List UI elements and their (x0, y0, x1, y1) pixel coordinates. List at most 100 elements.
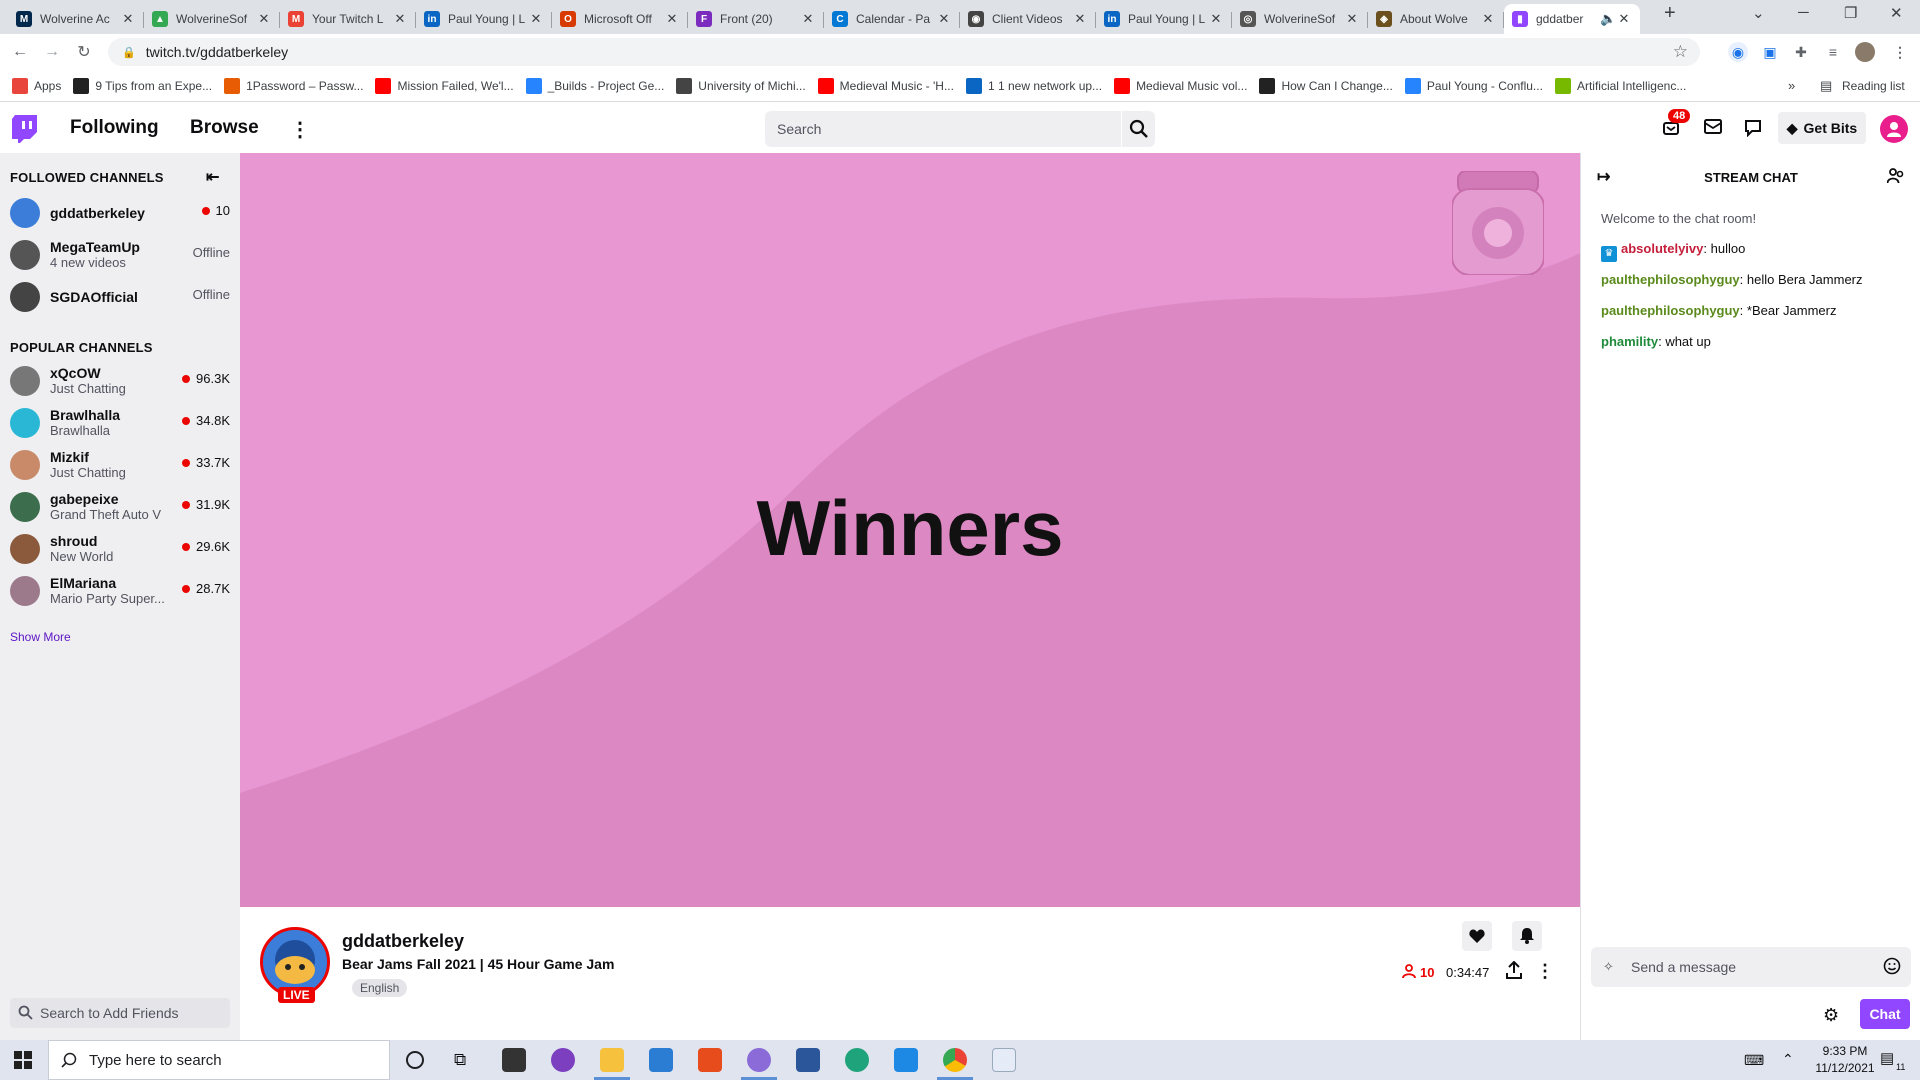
forward-icon[interactable]: → (38, 38, 66, 66)
get-bits-button[interactable]: ◆ Get Bits (1778, 112, 1866, 144)
sidebar-channel[interactable]: shroud New World 29.6K (0, 529, 240, 571)
bookmark-item[interactable]: 1Password – Passw... (224, 77, 363, 94)
sidebar-channel[interactable]: xQcOW Just Chatting 96.3K (0, 361, 240, 403)
windows-start-icon[interactable] (14, 1051, 32, 1069)
friend-search-input[interactable]: Search to Add Friends (10, 998, 230, 1028)
video-player[interactable]: Winners (240, 153, 1580, 907)
clock-date[interactable]: 11/12/2021 (1800, 1061, 1890, 1075)
inbox-icon[interactable] (1704, 119, 1722, 135)
channel-name[interactable]: gddatberkeley (342, 931, 464, 952)
tab-close-icon[interactable]: ✕ (392, 11, 408, 27)
store-app-icon[interactable] (502, 1048, 526, 1072)
tab-close-icon[interactable]: ✕ (800, 11, 816, 27)
mail-app-icon[interactable] (649, 1048, 673, 1072)
bits-cheer-icon[interactable]: ✧ (1603, 959, 1614, 975)
tab-close-icon[interactable]: ✕ (1616, 11, 1632, 27)
community-icon[interactable] (1887, 167, 1905, 185)
keyboard-icon[interactable]: ⌨ (1744, 1052, 1764, 1069)
sidebar-channel[interactable]: MegaTeamUp 4 new videos Offline (0, 235, 240, 277)
address-bar[interactable]: 🔒 twitch.tv/gddatberkeley ☆ (108, 38, 1700, 66)
back-icon[interactable]: ← (6, 38, 34, 66)
language-tag[interactable]: English (352, 979, 408, 997)
profile-avatar[interactable] (1855, 42, 1875, 62)
bookmark-item[interactable]: Paul Young - Conflu... (1404, 77, 1543, 94)
twitch-search-input[interactable]: Search (765, 111, 1121, 147)
whispers-icon[interactable] (1744, 119, 1762, 137)
bookmark-item[interactable]: Artificial Intelligenc... (1554, 77, 1686, 94)
media-control-icon[interactable]: ≡ (1823, 42, 1843, 62)
tab-close-icon[interactable]: ✕ (120, 11, 136, 27)
tab-close-icon[interactable]: ✕ (528, 11, 544, 27)
office-app-icon[interactable] (698, 1048, 722, 1072)
user-avatar[interactable] (1880, 115, 1908, 143)
bookmark-item[interactable]: Medieval Music - 'H... (817, 77, 954, 94)
share-icon[interactable] (1506, 961, 1522, 979)
nav-following[interactable]: Following (70, 117, 159, 139)
sidebar-channel[interactable]: gddatberkeley 10 (0, 193, 240, 235)
chat-settings-icon[interactable]: ⚙ (1823, 1005, 1839, 1026)
bookmark-item[interactable]: University of Michi... (676, 77, 806, 94)
edge-app-icon[interactable] (845, 1048, 869, 1072)
slack-app-icon[interactable] (992, 1048, 1016, 1072)
sidebar-channel[interactable]: Brawlhalla Brawlhalla 34.8K (0, 403, 240, 445)
chrome-menu-icon[interactable]: ⋮ (1890, 42, 1910, 62)
chat-send-button[interactable]: Chat (1860, 999, 1910, 1029)
tab-close-icon[interactable]: ✕ (936, 11, 952, 27)
discord-app-icon[interactable] (747, 1048, 771, 1072)
sidebar-channel[interactable]: ElMariana Mario Party Super... 28.7K (0, 571, 240, 613)
browser-tab[interactable]: ▲ WolverineSof ✕ (144, 4, 280, 34)
collapse-sidebar-icon[interactable]: ⇤ (206, 167, 219, 187)
browser-tab[interactable]: C Calendar - Pa ✕ (824, 4, 960, 34)
bookmark-item[interactable]: Apps (12, 77, 61, 94)
browser-tab[interactable]: ◉ Client Videos ✕ (960, 4, 1096, 34)
bookmark-item[interactable]: _Builds - Project Ge... (525, 77, 664, 94)
tab-close-icon[interactable]: ✕ (1480, 11, 1496, 27)
bookmark-item[interactable]: 9 Tips from an Expe... (73, 77, 212, 94)
task-view-icon[interactable]: ⧉ (454, 1050, 466, 1070)
browser-tab[interactable]: ▮ gddatber 🔈 ✕ (1504, 4, 1640, 34)
cortana-icon[interactable] (406, 1051, 424, 1069)
extensions-puzzle-icon[interactable]: ✚ (1791, 42, 1811, 62)
close-window-button[interactable]: ✕ (1890, 4, 1903, 22)
nav-browse[interactable]: Browse (190, 117, 259, 139)
word-app-icon[interactable] (796, 1048, 820, 1072)
file-explorer-icon[interactable] (600, 1048, 624, 1072)
browser-tab[interactable]: M Wolverine Ac ✕ (8, 4, 144, 34)
twitch-logo[interactable] (12, 115, 38, 143)
new-tab-button[interactable]: + (1664, 2, 1676, 25)
more-menu-icon[interactable]: ⋮ (290, 117, 310, 142)
minimize-button[interactable]: ─ (1798, 4, 1809, 21)
bookmark-item[interactable]: 1 1 new network up... (965, 77, 1102, 94)
bookmark-star-icon[interactable]: ☆ (1673, 42, 1688, 62)
chat-input[interactable]: ✧ Send a message (1591, 947, 1911, 987)
tray-overflow-icon[interactable]: ⌃ (1782, 1051, 1794, 1068)
password-extension-icon[interactable]: ◉ (1728, 42, 1748, 62)
tab-close-icon[interactable]: ✕ (1072, 11, 1088, 27)
browser-tab[interactable]: ◎ WolverineSof ✕ (1232, 4, 1368, 34)
chat-username[interactable]: paulthephilosophyguy (1601, 272, 1740, 287)
chat-username[interactable]: phamility (1601, 334, 1658, 349)
clock-time[interactable]: 9:33 PM (1810, 1044, 1880, 1058)
browser-tab[interactable]: M Your Twitch L ✕ (280, 4, 416, 34)
reload-icon[interactable]: ↻ (70, 38, 98, 66)
action-center-icon[interactable]: ▤ (1880, 1049, 1894, 1067)
more-options-icon[interactable]: ⋮ (1536, 961, 1554, 982)
sidebar-channel[interactable]: Mizkif Just Chatting 33.7K (0, 445, 240, 487)
notification-bell-icon[interactable] (1512, 921, 1542, 951)
browser-tab[interactable]: ◈ About Wolve ✕ (1368, 4, 1504, 34)
tab-close-icon[interactable]: ✕ (1344, 11, 1360, 27)
tab-search-icon[interactable]: ⌄ (1752, 4, 1765, 22)
chat-username[interactable]: paulthephilosophyguy (1601, 303, 1740, 318)
reading-list-label[interactable]: Reading list (1842, 79, 1905, 93)
bookmarks-overflow-icon[interactable]: » (1788, 78, 1795, 93)
reading-list-icon[interactable]: ▤ (1820, 78, 1832, 94)
bookmark-item[interactable]: Mission Failed, We'l... (375, 77, 514, 94)
sidebar-channel[interactable]: SGDAOfficial Offline (0, 277, 240, 319)
chat-username[interactable]: absolutelyivy (1621, 241, 1703, 256)
vscode-app-icon[interactable] (894, 1048, 918, 1072)
follow-heart-icon[interactable] (1462, 921, 1492, 951)
browser-tab[interactable]: F Front (20) ✕ (688, 4, 824, 34)
restore-button[interactable]: ❐ (1844, 4, 1857, 22)
github-app-icon[interactable] (551, 1048, 575, 1072)
screen-capture-extension-icon[interactable]: ▣ (1760, 42, 1780, 62)
